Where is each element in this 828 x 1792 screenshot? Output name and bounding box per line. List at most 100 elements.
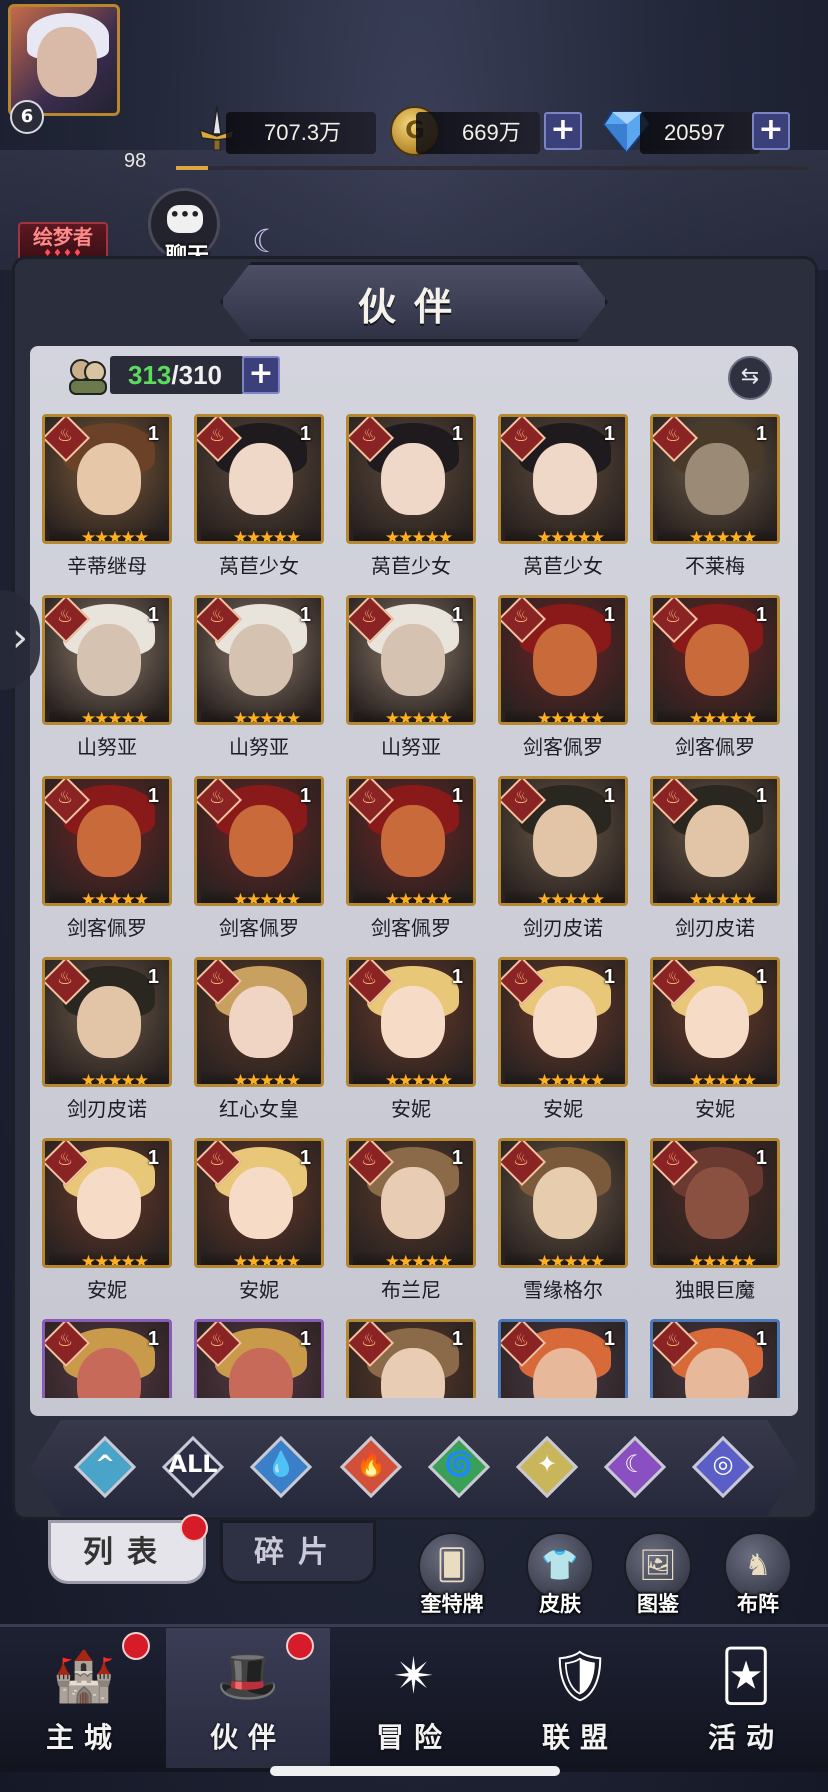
partner-level: 1 xyxy=(603,423,615,445)
exp-bar xyxy=(176,166,808,170)
planet-icon: ◎ xyxy=(712,1450,734,1478)
partner-name: 剑刃皮诺 xyxy=(67,1097,147,1121)
partner-card[interactable]: ♨ 1 xyxy=(342,1317,480,1398)
filter-all-icon: ALL xyxy=(168,1450,218,1478)
partner-card[interactable]: ♨ 1 ★★★★★ 莴苣少女 xyxy=(342,412,480,578)
codex-button[interactable]: 🖼 图鉴 xyxy=(618,1532,698,1624)
partner-card[interactable]: ♨ 1 ★★★★★ 安妮 xyxy=(38,1136,176,1302)
partner-level: 1 xyxy=(451,1147,463,1169)
add-gem-button[interactable]: + xyxy=(752,112,790,150)
partner-card[interactable]: ♨ 1 ★★★★★ 不莱梅 xyxy=(646,412,784,578)
element-filter-3[interactable]: 🔥 xyxy=(339,1435,403,1499)
partner-name: 安妮 xyxy=(87,1278,127,1302)
partner-card[interactable]: ♨ 1 ★★★★★ 剑客佩罗 xyxy=(494,593,632,759)
portrait-face xyxy=(77,443,141,515)
partner-stars: ★★★★★ xyxy=(657,889,777,903)
element-filter-0[interactable]: ^ xyxy=(73,1435,137,1499)
partner-card[interactable]: ♨ 1 ★★★★★ 安妮 xyxy=(342,955,480,1121)
fire-icon: ♨ xyxy=(57,1330,74,1351)
partner-level: 1 xyxy=(755,1147,767,1169)
tool-label: 布阵 xyxy=(737,1592,779,1616)
fire-icon: ♨ xyxy=(665,968,682,989)
partner-portrait: ♨ 1 ★★★★★ xyxy=(42,595,172,725)
fire-icon: ♨ xyxy=(513,787,530,808)
partner-stars: ★★★★★ xyxy=(657,527,777,541)
partner-level: 1 xyxy=(147,604,159,626)
partner-grid[interactable]: ♨ 1 ★★★★★ 辛蒂继母 ♨ 1 ★★★★★ 莴苣少女 ♨ 1 ★★★★★ 莴苣少女 ♨ 1 ★★★★★… xyxy=(38,412,788,1398)
partner-name: 剑客佩罗 xyxy=(523,735,603,759)
skins-button[interactable]: 👕 皮肤 xyxy=(520,1532,600,1624)
add-gold-button[interactable]: + xyxy=(544,112,582,150)
partner-name: 辛蒂继母 xyxy=(67,554,147,578)
partner-stars: ★★★★★ xyxy=(49,708,169,722)
partner-card[interactable]: ♨ ★★★★★ 雪缘格尔 xyxy=(494,1136,632,1302)
element-filter-2[interactable]: 💧 xyxy=(249,1435,313,1499)
fire-icon: ♨ xyxy=(513,425,530,446)
element-filter-1[interactable]: ALL xyxy=(161,1435,225,1499)
partner-portrait: ♨ 1 xyxy=(346,1319,476,1398)
partner-card[interactable]: ♨ 1 ★★★★★ 剑刃皮诺 xyxy=(646,774,784,940)
partner-card[interactable]: ♨ 1 ★★★★★ 布兰尼 xyxy=(342,1136,480,1302)
partner-stars: ★★★★★ xyxy=(201,1251,321,1265)
nav-partners[interactable]: 🎩 伙伴 xyxy=(166,1628,330,1768)
partner-card[interactable]: ♨ 1 xyxy=(190,1317,328,1398)
cards-icon: 🃏 xyxy=(720,1647,772,1705)
quest-cards-button[interactable]: 🂠 奎特牌 xyxy=(412,1532,492,1624)
portrait-face xyxy=(685,986,749,1058)
partner-portrait: ♨ 1 xyxy=(194,1319,324,1398)
tab-list-notification-dot xyxy=(180,1514,208,1542)
fire-icon: ♨ xyxy=(361,425,378,446)
partner-card[interactable]: ♨ 1 ★★★★★ 剑客佩罗 xyxy=(38,774,176,940)
portrait-face xyxy=(685,1167,749,1239)
element-filter-bar xyxy=(30,1420,798,1516)
element-filter-7[interactable]: ◎ xyxy=(691,1435,755,1499)
partner-card[interactable]: ♨ 1 ★★★★★ 安妮 xyxy=(646,955,784,1121)
partner-card[interactable]: ♨ 1 ★★★★★ 山努亚 xyxy=(38,593,176,759)
element-filter-5[interactable]: ✦ xyxy=(515,1435,579,1499)
partner-portrait: ♨ 1 ★★★★★ xyxy=(650,776,780,906)
partner-card[interactable]: ♨ 1 ★★★★★ 山努亚 xyxy=(190,593,328,759)
partner-name: 剑刃皮诺 xyxy=(523,916,603,940)
partner-name: 山努亚 xyxy=(77,735,137,759)
partner-card[interactable]: ♨ 1 ★★★★★ 莴苣少女 xyxy=(190,412,328,578)
sort-toggle-button[interactable]: ⇆ xyxy=(728,356,772,400)
nav-label: 冒险 xyxy=(375,1721,452,1754)
tab-fragments[interactable]: 碎片 xyxy=(220,1520,376,1584)
partner-card[interactable]: ♨ 1 ★★★★★ 剑刃皮诺 xyxy=(38,955,176,1121)
partner-level: 1 xyxy=(147,1328,159,1350)
partner-card[interactable]: ♨ 1 ★★★★★ 剑客佩罗 xyxy=(646,593,784,759)
partner-portrait: ♨ 1 ★★★★★ xyxy=(498,957,628,1087)
nav-alliance[interactable]: 🛡 联盟 xyxy=(498,1628,662,1768)
nav-events[interactable]: 🃏 活动 xyxy=(664,1628,828,1768)
partner-card[interactable]: ♨ 1 ★★★★★ 安妮 xyxy=(494,955,632,1121)
partner-name: 安妮 xyxy=(543,1097,583,1121)
partner-card[interactable]: ♨ 1 xyxy=(494,1317,632,1398)
partner-card[interactable]: ♨ 1 ★★★★★ 莴苣少女 xyxy=(494,412,632,578)
partner-card[interactable]: ♨ 1 ★★★★★ 独眼巨魔 xyxy=(646,1136,784,1302)
element-filter-6[interactable]: ☾ xyxy=(603,1435,667,1499)
partner-level: 1 xyxy=(755,423,767,445)
gem-display: 20597 xyxy=(640,112,760,154)
partner-card[interactable]: ♨ 1 ★★★★★ 山努亚 xyxy=(342,593,480,759)
partner-card[interactable]: ♨ 1 ★★★★★ 剑刃皮诺 xyxy=(494,774,632,940)
formation-button[interactable]: ♞ 布阵 xyxy=(718,1532,798,1624)
partner-card[interactable]: ♨ 1 ★★★★★ 剑客佩罗 xyxy=(342,774,480,940)
partner-level: 1 xyxy=(603,966,615,988)
partner-card[interactable]: ♨ 1 xyxy=(38,1317,176,1398)
element-filter-4[interactable]: 🌀 xyxy=(427,1435,491,1499)
partner-card[interactable]: ♨ ★★★★★ 红心女皇 xyxy=(190,955,328,1121)
expand-roster-button[interactable]: + xyxy=(242,356,280,394)
partner-stars: ★★★★★ xyxy=(505,889,625,903)
partner-stars: ★★★★★ xyxy=(49,527,169,541)
fire-icon: ♨ xyxy=(361,1330,378,1351)
partner-portrait: ♨ 1 xyxy=(650,1319,780,1398)
nav-adventure[interactable]: ✴ 冒险 xyxy=(332,1628,496,1768)
wind-icon: 🌀 xyxy=(444,1450,474,1478)
nav-main-city[interactable]: 🏰 主城 xyxy=(2,1628,166,1768)
power-display: 707.3万 xyxy=(226,112,376,154)
portrait-face xyxy=(533,624,597,696)
partner-card[interactable]: ♨ 1 ★★★★★ 辛蒂继母 xyxy=(38,412,176,578)
partner-card[interactable]: ♨ 1 ★★★★★ 安妮 xyxy=(190,1136,328,1302)
partner-card[interactable]: ♨ 1 xyxy=(646,1317,784,1398)
partner-card[interactable]: ♨ 1 ★★★★★ 剑客佩罗 xyxy=(190,774,328,940)
